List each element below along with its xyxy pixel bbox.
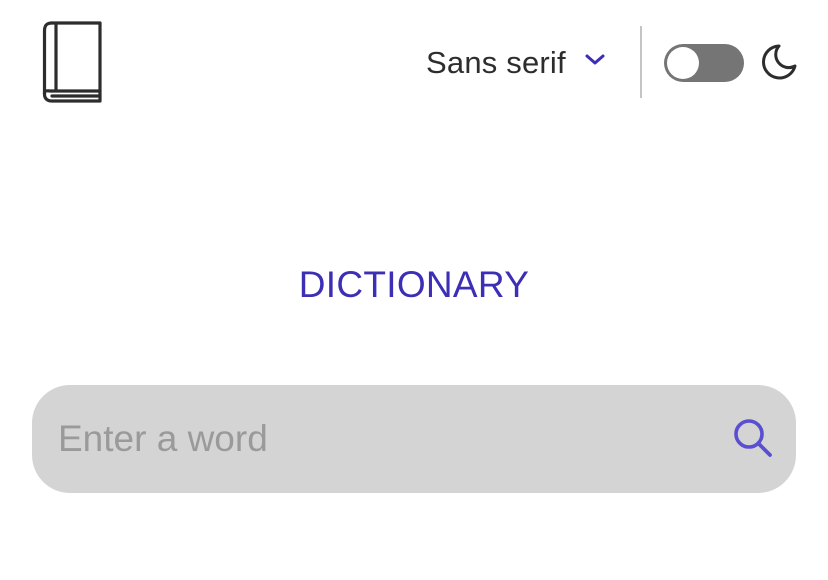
chevron-down-icon [585,54,605,65]
font-select-label: Sans serif [426,45,566,80]
search-bar [32,385,796,493]
moon-icon [762,44,797,80]
search-input[interactable] [58,409,698,469]
font-family-select[interactable]: Sans serif [426,40,606,86]
toggle-knob [667,47,699,79]
header-divider [640,26,642,98]
theme-toggle[interactable] [664,44,744,82]
book-icon[interactable] [40,20,104,104]
app-page: Sans serif DICTIONARY [0,0,828,580]
search-icon[interactable] [732,417,774,459]
page-title: DICTIONARY [298,264,530,305]
